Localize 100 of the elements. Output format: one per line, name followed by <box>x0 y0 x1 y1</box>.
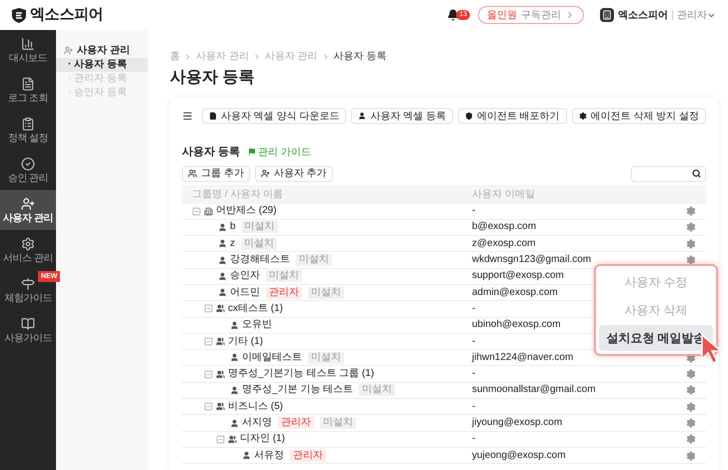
group-name[interactable]: 기타 (1) <box>228 336 263 347</box>
user-name[interactable]: 승인자 <box>230 271 260 282</box>
subscription-button[interactable]: 올인원 구독관리 <box>478 6 584 24</box>
breadcrumb-item: 사용자 등록 <box>334 52 386 62</box>
building-icon <box>204 206 213 216</box>
email-cell: b@exosp.com <box>472 222 536 232</box>
group-name[interactable]: 명주성_기본기능 테스트 그룹 (1) <box>228 369 374 380</box>
building-icon <box>600 8 614 22</box>
settings-icon[interactable] <box>686 369 696 380</box>
user-icon <box>230 418 239 428</box>
user-name[interactable]: 서지영 <box>242 418 272 428</box>
users-icon <box>216 337 225 346</box>
search-icon[interactable] <box>692 169 701 178</box>
user-name[interactable]: 오유빈 <box>242 320 272 330</box>
clipboard-icon <box>21 116 35 130</box>
status-badge: 미설치 <box>296 254 332 266</box>
search-field[interactable] <box>631 166 706 182</box>
settings-icon[interactable] <box>686 206 696 216</box>
user-name[interactable]: b <box>230 222 236 232</box>
user-name[interactable]: 강경해테스트 <box>230 255 290 266</box>
email-cell: wkdwnsgn123@gmail.com <box>472 255 592 266</box>
add-button[interactable]: 사용자 추가 <box>254 166 333 182</box>
email-cell: - <box>472 336 476 347</box>
toolbar-button[interactable]: 사용자 엑셀 등록 <box>351 108 453 124</box>
user-icon <box>230 353 239 362</box>
user-name[interactable]: 명주성_기본 기능 테스트 <box>242 385 354 396</box>
user-name[interactable]: z <box>230 238 235 249</box>
collapse-toggle[interactable] <box>216 434 225 444</box>
column-header: 사용자 이메일 <box>472 188 536 202</box>
email-cell: sunmoonallstar@gmail.com <box>472 385 596 396</box>
user-name[interactable]: 어드민 <box>230 288 260 298</box>
logo-icon <box>12 8 26 22</box>
group-name[interactable]: 비즈니스 (5) <box>228 402 283 412</box>
sidebar-item[interactable]: 사용자 관리 <box>0 190 56 230</box>
status-badge: 미설치 <box>241 238 277 250</box>
settings-icon[interactable] <box>686 385 696 396</box>
status-badge: 미설치 <box>242 221 278 234</box>
flag-icon <box>248 148 256 156</box>
status-badge: 미설치 <box>308 352 344 364</box>
submenu-title: 사용자 관리 <box>77 44 130 58</box>
user-plus-icon <box>260 169 270 178</box>
add-button[interactable]: 그룹 추가 <box>182 166 250 182</box>
check-circle-icon <box>21 156 35 170</box>
settings-icon[interactable] <box>686 402 696 412</box>
book-icon <box>21 316 35 330</box>
group-name[interactable]: 디자인 (1) <box>240 434 285 444</box>
users-icon <box>188 169 197 178</box>
page-title: 사용자 등록 <box>170 68 256 88</box>
email-cell: jiyoung@exosp.com <box>472 418 562 428</box>
user-icon <box>218 256 227 265</box>
bell-icon[interactable] <box>447 9 460 21</box>
column-header: 그룹명 / 사용자 이름 <box>191 188 284 202</box>
email-cell: ubinoh@exosp.com <box>472 320 561 330</box>
status-badge: 미설치 <box>266 270 302 282</box>
sidebar-item[interactable]: 정책 설정 <box>0 110 56 150</box>
users-icon <box>216 304 225 314</box>
logo-text: 엑소스피어 <box>30 4 104 25</box>
group-name[interactable]: cx테스트 (1) <box>228 304 283 314</box>
status-badge: 미설치 <box>359 384 396 396</box>
document-icon <box>21 76 35 90</box>
collapse-toggle[interactable] <box>204 402 213 412</box>
settings-icon[interactable] <box>686 222 696 232</box>
settings-icon[interactable] <box>686 238 696 249</box>
user-icon <box>242 451 251 460</box>
toolbar-button[interactable]: 에이전트 배포하기 <box>458 108 567 124</box>
role-dropdown[interactable]: 관리자 <box>677 8 716 22</box>
status-badge: 관리자 <box>290 450 326 462</box>
sidebar-item[interactable]: 대시보드 <box>0 30 56 70</box>
status-badge: 관리자 <box>266 286 302 299</box>
submenu-item[interactable]: · 사용자 등록 <box>56 58 148 72</box>
collapse-toggle[interactable] <box>204 304 213 314</box>
settings-icon[interactable] <box>686 418 696 428</box>
collapse-toggle[interactable] <box>192 206 201 216</box>
guide-link[interactable]: 관리 가이드 <box>248 144 311 160</box>
sidebar-item[interactable]: 로그 조회 <box>0 70 56 110</box>
user-name[interactable]: 이메일테스트 <box>242 352 302 363</box>
group-name[interactable]: 어반제스 (29) <box>216 206 277 216</box>
sidebar-item[interactable]: 서비스 관리 <box>0 230 56 270</box>
user-name[interactable]: 서유정 <box>254 450 284 461</box>
user-icon <box>218 272 227 281</box>
toolbar-button[interactable]: 에이전트 삭제 방지 설정 <box>572 108 706 124</box>
toolbar-button[interactable]: 사용자 엑셀 양식 다운로드 <box>202 108 346 124</box>
settings-icon[interactable] <box>686 434 696 444</box>
status-badge: 미설치 <box>320 417 356 429</box>
sidebar-item[interactable]: 사용가이드 <box>0 310 56 350</box>
settings-icon[interactable] <box>686 450 696 461</box>
email-cell: - <box>472 369 476 380</box>
collapse-toggle[interactable] <box>204 337 213 346</box>
user-icon <box>230 320 239 330</box>
collapse-toggle[interactable] <box>204 370 213 379</box>
user-plus-icon <box>64 46 73 54</box>
status-badge: 관리자 <box>278 417 314 429</box>
section-title: 사용자 등록 <box>182 145 240 160</box>
email-cell: - <box>472 434 476 444</box>
user-icon <box>218 288 227 298</box>
settings-icon <box>578 112 587 120</box>
breadcrumb-separator-icon <box>184 53 192 61</box>
sidebar-item[interactable]: 승인 관리 <box>0 150 56 190</box>
email-cell: support@exosp.com <box>472 271 564 282</box>
users-icon <box>216 402 225 412</box>
